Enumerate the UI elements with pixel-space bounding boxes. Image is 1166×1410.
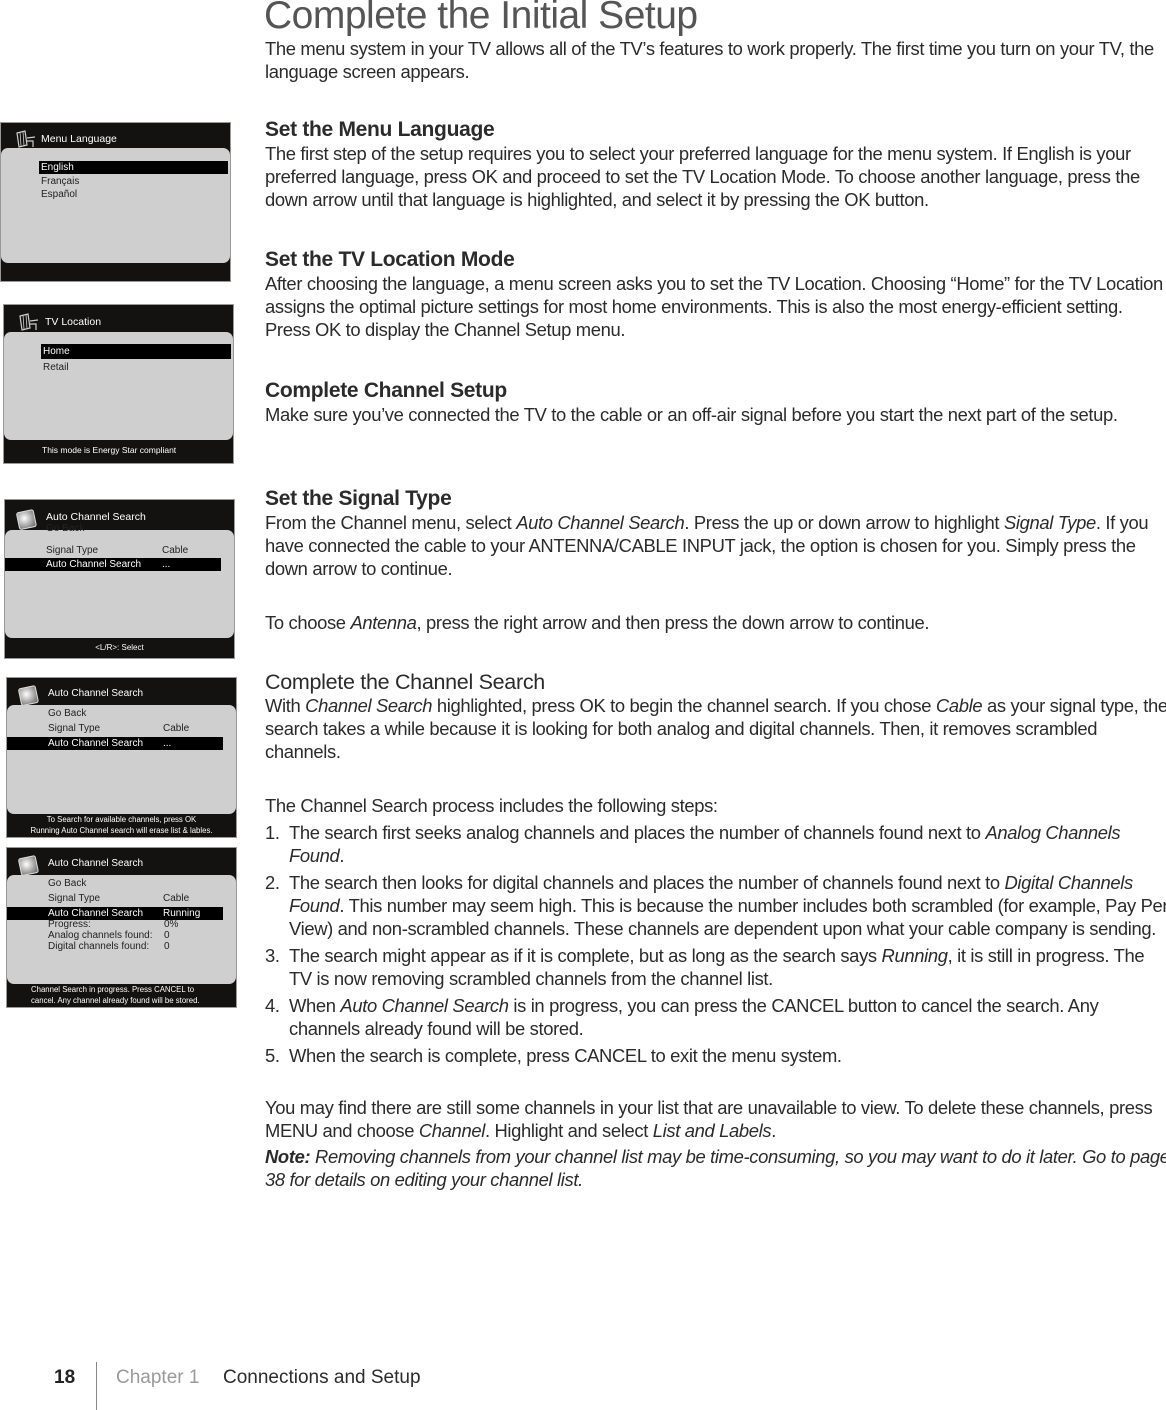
- menu-panel: Go Back Signal Type Cable Auto Channel Se…: [7, 875, 236, 984]
- note-text: Removing channels from your channel list…: [265, 1146, 1166, 1190]
- list-item: 1. The search first seeks analog channels…: [265, 822, 1121, 866]
- plug-icon: [16, 130, 36, 148]
- progress-row: Progress: 0%: [48, 919, 179, 930]
- signal-type-value: Cable: [162, 545, 189, 556]
- analog-count-value: 0: [164, 930, 170, 941]
- list-item: 2. The search then looks for digital chan…: [265, 872, 1166, 939]
- steps-intro: The Channel Search process includes the …: [265, 795, 718, 816]
- section-location-mode: Set the TV Location Mode After choosing …: [265, 248, 1166, 341]
- page-title: Complete the Initial Setup: [264, 0, 698, 37]
- section-signal-type: Set the Signal Type From the Channel men…: [265, 487, 1166, 634]
- screen-title: Menu Language: [41, 133, 117, 145]
- menu-option[interactable]: Retail: [43, 361, 69, 374]
- menu-option[interactable]: Español: [41, 188, 77, 201]
- channel-icon: [16, 509, 37, 530]
- chapter-label: Chapter 1: [116, 1367, 200, 1388]
- screen-title: Auto Channel Search: [48, 688, 144, 699]
- screen-footer: To Search for available channels, press …: [30, 815, 213, 835]
- digital-count-value: 0: [164, 941, 170, 952]
- signal-type-value: Cable: [163, 723, 190, 734]
- intro-paragraph: The menu system in your TV allows all of…: [265, 38, 1154, 82]
- channel-icon: [18, 855, 39, 876]
- screen-footer: This mode is Energy Star compliant: [42, 445, 177, 455]
- section-body: Make sure you’ve connected the TV to the…: [265, 404, 1118, 425]
- signal-type-value: Cable: [163, 893, 190, 904]
- section-body: After choosing the language, a menu scre…: [265, 273, 1163, 340]
- analog-count-row: Analog channels found: 0: [48, 930, 170, 941]
- screen-title: TV Location: [45, 316, 102, 328]
- chapter-title: Connections and Setup: [223, 1367, 421, 1388]
- section-body: The first step of the setup requires you…: [265, 143, 1140, 210]
- menu-option[interactable]: Français: [41, 175, 79, 188]
- section-menu-language: Set the Menu Language The first step of …: [265, 118, 1166, 211]
- footer-divider: [96, 1362, 97, 1410]
- menu-panel: Home Retail: [4, 332, 233, 440]
- tv-screen-menu-language: Menu Language English Français Español: [0, 122, 231, 282]
- tv-screen-tv-location: TV Location Home Retail This mode is Ene…: [3, 304, 234, 464]
- note-label: Note:: [265, 1146, 311, 1167]
- digital-count-row: Digital channels found: 0: [48, 941, 170, 952]
- section-heading: Set the TV Location Mode: [265, 248, 515, 271]
- closing-paragraph: You may find there are still some channe…: [265, 1097, 1153, 1141]
- section-body: From the Channel menu, select Auto Chann…: [265, 512, 1149, 579]
- list-item: 3. The search might appear as if it is co…: [265, 945, 1145, 989]
- screen-title: Auto Channel Search: [48, 858, 144, 869]
- menu-row-signal-type[interactable]: Signal Type Cable: [46, 544, 226, 557]
- steps-list: 1. The search first seeks analog channels…: [265, 821, 1166, 1067]
- menu-row-go-back[interactable]: Go Back: [48, 707, 86, 720]
- list-item: 4. When Auto Channel Search is in progres…: [265, 995, 1099, 1039]
- section-heading: Complete the Channel Search: [265, 670, 545, 694]
- tv-screen-search-running: Auto Channel Search Go Back Signal Type C…: [6, 847, 237, 1008]
- menu-row-signal-type[interactable]: Signal Type Cable: [48, 722, 228, 735]
- tv-screen-search-ready: Auto Channel Search Go Back Signal Type C…: [6, 677, 237, 838]
- menu-option-selected[interactable]: English: [39, 161, 228, 174]
- section-body: With Channel Search highlighted, press O…: [265, 695, 1166, 762]
- menu-row-go-back[interactable]: Go Back: [46, 522, 84, 535]
- menu-panel: Go Back Signal Type Cable Auto Channel Se…: [5, 523, 234, 638]
- section-heading: Set the Signal Type: [265, 487, 452, 510]
- section-channel-setup: Complete Channel Setup Make sure you’ve …: [265, 379, 1166, 426]
- page-number: 18: [54, 1367, 76, 1388]
- section-body-antenna: To choose Antenna, press the right arrow…: [265, 612, 930, 633]
- screen-footer: Channel Search in progress. Press CANCEL…: [31, 985, 200, 1005]
- channel-icon: [18, 685, 39, 706]
- section-heading: Complete Channel Setup: [265, 379, 507, 402]
- menu-panel: Go Back Signal Type Cable Auto Channel Se…: [7, 705, 236, 814]
- progress-value: 0%: [164, 919, 179, 930]
- list-item: 5. When the search is complete, press CAN…: [265, 1045, 842, 1066]
- screen-footer: <L/R>: Select: [95, 643, 144, 652]
- section-heading: Set the Menu Language: [265, 118, 495, 141]
- tv-screen-signal-type: Auto Channel Search Go Back Signal Type C…: [4, 499, 235, 659]
- menu-row-go-back[interactable]: Go Back: [48, 877, 86, 890]
- plug-icon: [19, 313, 39, 331]
- menu-option-selected[interactable]: Home: [41, 344, 231, 359]
- menu-row-auto-channel-search[interactable]: Auto Channel Search...: [5, 558, 221, 571]
- note: Note: Removing channels from your channe…: [265, 1145, 1166, 1191]
- menu-panel: English Français Español: [1, 148, 230, 263]
- section-channel-search: Complete the Channel Search With Channel…: [265, 670, 1166, 1191]
- menu-row-signal-type[interactable]: Signal Type Cable: [48, 892, 228, 905]
- menu-row-auto-channel-search[interactable]: Auto Channel Search...: [7, 737, 223, 750]
